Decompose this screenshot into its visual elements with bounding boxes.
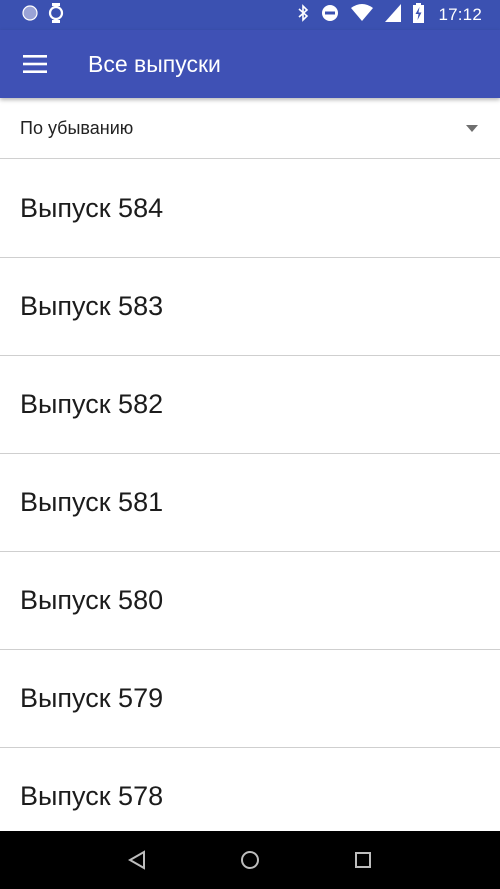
list-item-issue-582[interactable]: Выпуск 582 (0, 356, 500, 454)
recents-icon[interactable] (343, 840, 383, 880)
list-item-issue-584[interactable]: Выпуск 584 (0, 160, 500, 258)
wifi-icon (351, 3, 374, 27)
back-icon[interactable] (117, 840, 157, 880)
battery-charging-icon (413, 2, 425, 28)
notification-dot-icon (22, 4, 38, 26)
dropdown-arrow-icon (466, 119, 478, 137)
list-item-issue-579[interactable]: Выпуск 579 (0, 650, 500, 748)
sort-selected-value: По убыванию (20, 117, 134, 138)
issues-list: Выпуск 584 Выпуск 583 Выпуск 582 Выпуск … (0, 160, 500, 831)
app-bar: Все выпуски (0, 30, 500, 98)
status-right: 17:12 (297, 2, 482, 28)
watch-icon (48, 2, 64, 28)
status-left (22, 2, 64, 28)
home-icon[interactable] (230, 840, 270, 880)
list-item-issue-578[interactable]: Выпуск 578 (0, 748, 500, 831)
page-title: Все выпуски (88, 50, 221, 77)
list-item-issue-583[interactable]: Выпуск 583 (0, 258, 500, 356)
status-time: 17:12 (438, 5, 482, 24)
signal-icon (385, 3, 402, 27)
hamburger-menu-icon[interactable] (22, 51, 48, 77)
list-item-issue-580[interactable]: Выпуск 580 (0, 552, 500, 650)
list-item-issue-581[interactable]: Выпуск 581 (0, 454, 500, 552)
sort-dropdown[interactable]: По убыванию (0, 98, 500, 159)
bluetooth-icon (297, 3, 309, 27)
status-bar: 17:12 (0, 0, 500, 30)
system-nav-bar (0, 831, 500, 889)
do-not-disturb-icon (321, 4, 339, 27)
